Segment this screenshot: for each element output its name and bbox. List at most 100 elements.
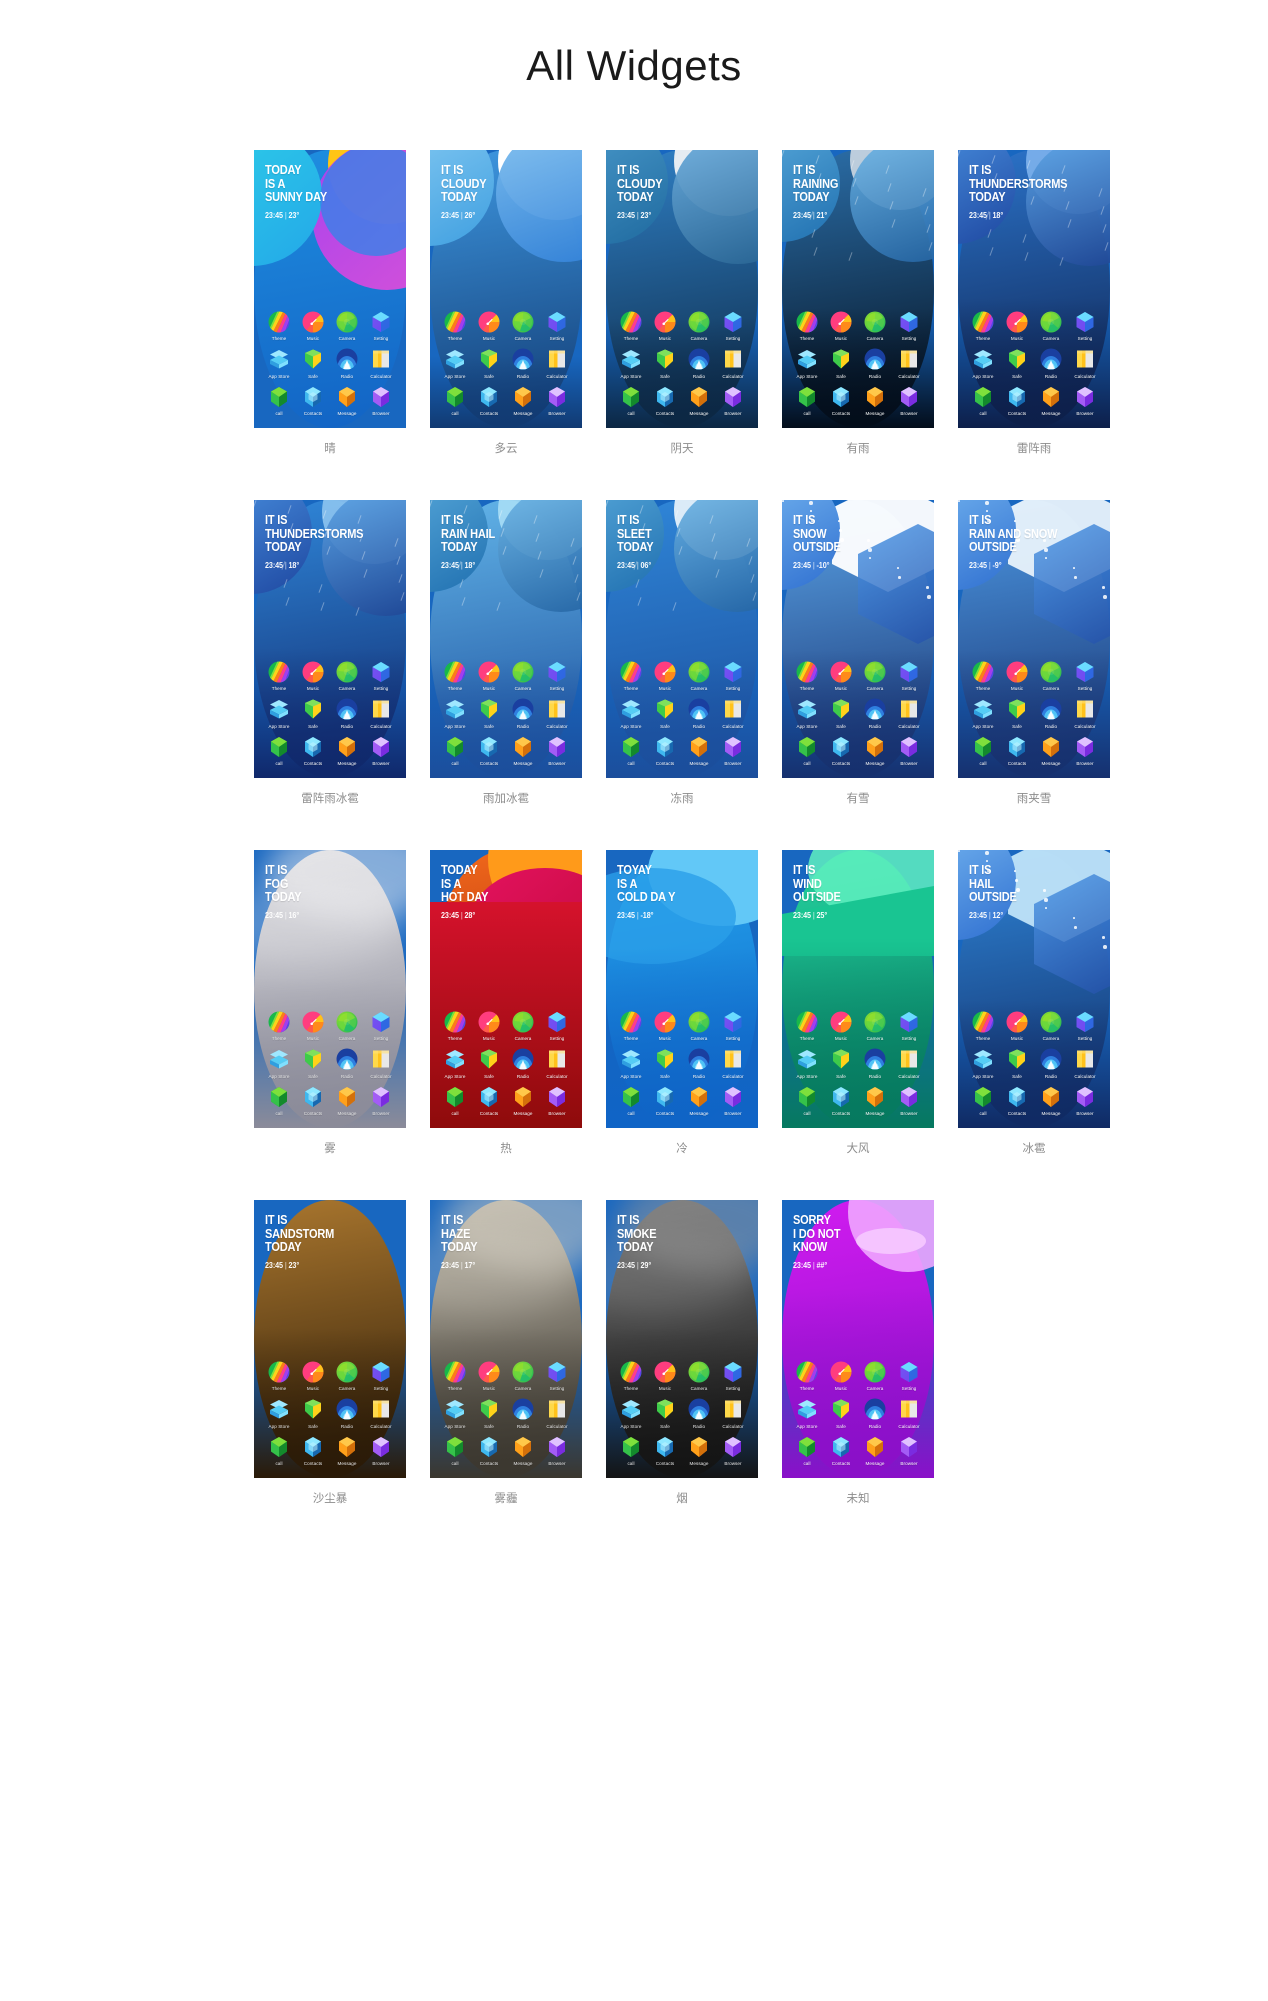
settings-icon[interactable] <box>369 660 393 684</box>
call-icon[interactable] <box>795 385 819 409</box>
app-shortcut[interactable]: Contacts <box>472 1435 506 1466</box>
app-shortcut[interactable]: Safe <box>648 347 682 379</box>
music-icon[interactable] <box>829 1010 853 1034</box>
app-shortcut[interactable]: Setting <box>892 1010 926 1041</box>
safe-icon[interactable] <box>829 1397 853 1421</box>
app-shortcut[interactable]: Safe <box>1000 697 1034 729</box>
app-shortcut[interactable]: App Store <box>438 347 472 379</box>
app-shortcut[interactable]: Message <box>330 385 364 416</box>
app-shortcut[interactable]: Safe <box>472 697 506 729</box>
app-shortcut[interactable]: Setting <box>364 1360 398 1391</box>
app-shortcut[interactable]: Calculator <box>892 1047 926 1079</box>
app-shortcut[interactable]: Music <box>472 660 506 691</box>
app-shortcut[interactable]: Contacts <box>824 735 858 766</box>
app-store-icon[interactable] <box>971 697 995 721</box>
app-store-icon[interactable] <box>795 1397 819 1421</box>
camera-icon[interactable] <box>687 1360 711 1384</box>
app-shortcut[interactable]: Camera <box>682 660 716 691</box>
app-shortcut[interactable]: Radio <box>1034 697 1068 729</box>
app-shortcut[interactable]: Camera <box>506 310 540 341</box>
app-shortcut[interactable]: Browser <box>540 1435 574 1466</box>
safe-icon[interactable] <box>653 697 677 721</box>
safe-icon[interactable] <box>829 697 853 721</box>
app-shortcut[interactable]: App Store <box>614 347 648 379</box>
message-icon[interactable] <box>335 385 359 409</box>
app-shortcut[interactable]: Message <box>682 1435 716 1466</box>
weather-widget-card[interactable]: TOYAY IS A COLD DA Y 23:45 | -18° Theme Music Ca… <box>606 850 758 1128</box>
call-icon[interactable] <box>267 385 291 409</box>
app-store-icon[interactable] <box>443 1047 467 1071</box>
settings-icon[interactable] <box>369 310 393 334</box>
theme-icon[interactable] <box>443 1010 467 1034</box>
call-icon[interactable] <box>795 1435 819 1459</box>
app-shortcut[interactable]: Calculator <box>716 1047 750 1079</box>
app-shortcut[interactable]: Safe <box>824 347 858 379</box>
app-shortcut[interactable]: Music <box>824 310 858 341</box>
app-shortcut[interactable]: Setting <box>364 1010 398 1041</box>
app-shortcut[interactable]: Setting <box>540 310 574 341</box>
app-shortcut[interactable]: Browser <box>892 385 926 416</box>
message-icon[interactable] <box>863 1085 887 1109</box>
call-icon[interactable] <box>443 385 467 409</box>
browser-icon[interactable] <box>897 385 921 409</box>
safe-icon[interactable] <box>829 347 853 371</box>
app-shortcut[interactable]: Theme <box>966 1010 1000 1041</box>
safe-icon[interactable] <box>653 1047 677 1071</box>
app-shortcut[interactable]: Setting <box>540 1360 574 1391</box>
settings-icon[interactable] <box>1073 1010 1097 1034</box>
music-icon[interactable] <box>477 660 501 684</box>
app-shortcut[interactable]: call <box>614 1435 648 1466</box>
contacts-icon[interactable] <box>477 1435 501 1459</box>
music-icon[interactable] <box>477 1360 501 1384</box>
app-shortcut[interactable]: Theme <box>790 310 824 341</box>
app-shortcut[interactable]: Camera <box>858 1010 892 1041</box>
app-shortcut[interactable]: Safe <box>296 347 330 379</box>
calculator-icon[interactable] <box>1073 697 1097 721</box>
radio-icon[interactable] <box>1039 347 1063 371</box>
message-icon[interactable] <box>511 1435 535 1459</box>
app-shortcut[interactable]: Calculator <box>364 347 398 379</box>
call-icon[interactable] <box>267 1435 291 1459</box>
app-shortcut[interactable]: Browser <box>716 735 750 766</box>
radio-icon[interactable] <box>335 1397 359 1421</box>
browser-icon[interactable] <box>545 735 569 759</box>
app-store-icon[interactable] <box>443 347 467 371</box>
contacts-icon[interactable] <box>829 1435 853 1459</box>
calculator-icon[interactable] <box>369 347 393 371</box>
app-shortcut[interactable]: App Store <box>966 697 1000 729</box>
camera-icon[interactable] <box>335 1010 359 1034</box>
call-icon[interactable] <box>971 1085 995 1109</box>
radio-icon[interactable] <box>687 347 711 371</box>
app-shortcut[interactable]: Message <box>682 1085 716 1116</box>
call-icon[interactable] <box>443 1435 467 1459</box>
app-shortcut[interactable]: Contacts <box>824 385 858 416</box>
app-shortcut[interactable]: Safe <box>648 697 682 729</box>
radio-icon[interactable] <box>335 1047 359 1071</box>
app-shortcut[interactable]: Calculator <box>364 1047 398 1079</box>
app-shortcut[interactable]: Setting <box>716 1360 750 1391</box>
app-shortcut[interactable]: Calculator <box>716 697 750 729</box>
theme-icon[interactable] <box>619 310 643 334</box>
music-icon[interactable] <box>301 660 325 684</box>
music-icon[interactable] <box>1005 310 1029 334</box>
app-shortcut[interactable]: Browser <box>892 735 926 766</box>
calculator-icon[interactable] <box>545 697 569 721</box>
app-shortcut[interactable]: Setting <box>716 660 750 691</box>
app-shortcut[interactable]: Theme <box>614 660 648 691</box>
app-shortcut[interactable]: Setting <box>892 660 926 691</box>
app-shortcut[interactable]: Calculator <box>716 1397 750 1429</box>
theme-icon[interactable] <box>267 660 291 684</box>
app-shortcut[interactable]: Safe <box>824 1047 858 1079</box>
app-shortcut[interactable]: Calculator <box>540 697 574 729</box>
app-shortcut[interactable]: Camera <box>330 1360 364 1391</box>
settings-icon[interactable] <box>1073 310 1097 334</box>
app-shortcut[interactable]: Setting <box>716 310 750 341</box>
app-store-icon[interactable] <box>619 1397 643 1421</box>
browser-icon[interactable] <box>545 1085 569 1109</box>
browser-icon[interactable] <box>721 1085 745 1109</box>
app-shortcut[interactable]: call <box>262 735 296 766</box>
camera-icon[interactable] <box>863 310 887 334</box>
theme-icon[interactable] <box>443 310 467 334</box>
app-shortcut[interactable]: Safe <box>1000 1047 1034 1079</box>
browser-icon[interactable] <box>897 735 921 759</box>
